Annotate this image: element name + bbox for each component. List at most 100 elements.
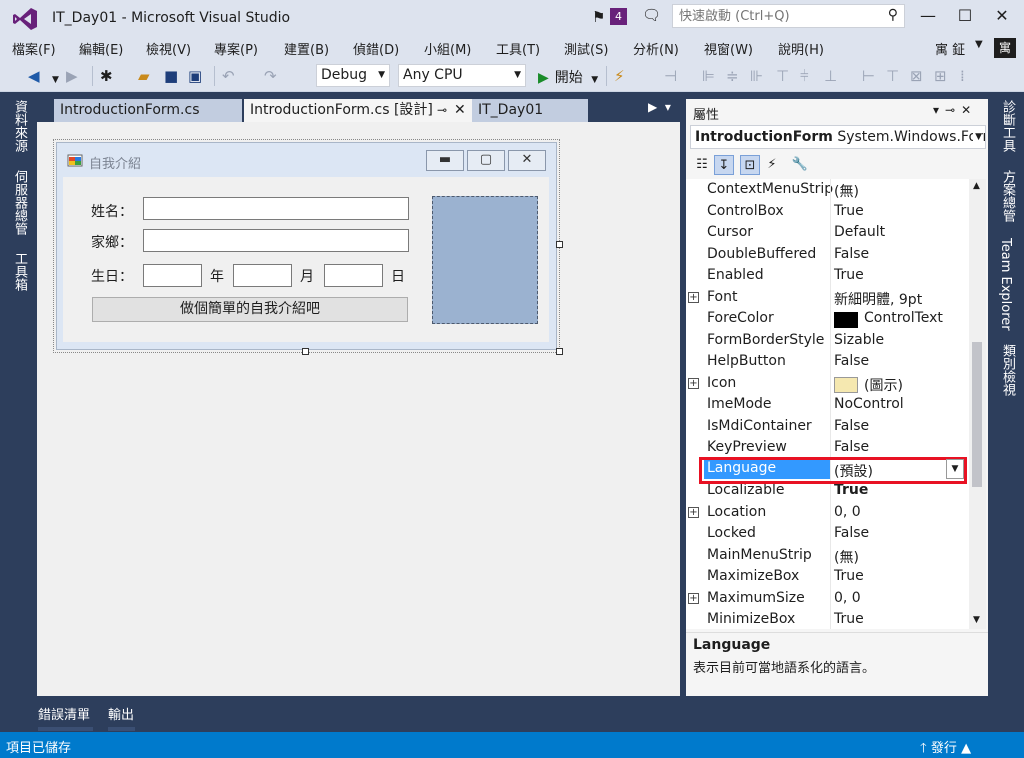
start-button[interactable]: ▶ 開始 ▼ [538,67,598,87]
same-width-icon[interactable]: ⊢ [862,67,875,85]
notifications-button[interactable]: ⚑ 4 [592,7,628,27]
tab-overflow-icon[interactable]: ▶ ▾ [648,100,671,114]
property-value[interactable]: False [834,439,869,455]
tab-introductionform-design[interactable]: IntroductionForm.cs [設計] ⊸ ✕ [244,99,472,122]
property-value[interactable]: 0, 0 [834,504,861,520]
property-value[interactable]: ControlText [834,310,943,328]
toolbox-tab[interactable]: 工具箱 [10,252,29,291]
redo-icon[interactable]: ↷ [264,67,277,85]
property-row[interactable]: FormBorderStyle Sizable [686,329,969,351]
resize-handle[interactable] [556,241,563,248]
same-size-icon[interactable]: ⊠ [910,67,923,85]
menu-project[interactable]: 專案(P) [214,39,258,58]
chevron-down-icon[interactable]: ▼ [975,39,983,50]
properties-icon[interactable]: ⊡ [740,155,760,175]
undo-icon[interactable]: ↶ [222,67,235,85]
property-row[interactable]: MaximizeBox True [686,566,969,588]
error-list-tab[interactable]: 錯誤清單 [38,704,90,723]
property-row[interactable]: Enabled True [686,265,969,287]
browser-link-icon[interactable]: ⚡ [614,67,625,85]
menu-test[interactable]: 測試(S) [564,39,608,58]
hometown-textbox[interactable] [143,229,409,252]
property-row[interactable]: Locked False [686,523,969,545]
chevron-down-icon[interactable]: ▾ [933,103,945,117]
diagnostic-tools-tab[interactable]: 診斷工具 [998,100,1017,152]
property-value[interactable]: False [834,525,869,541]
property-row[interactable]: ControlBox True [686,200,969,222]
pin-icon[interactable]: ⊸ [437,99,447,121]
toolbar-overflow-icon[interactable]: ⁞ [960,67,965,85]
solution-config-select[interactable]: Debug ▼ [316,64,390,87]
property-value[interactable]: 0, 0 [834,590,861,606]
output-tab[interactable]: 輸出 [108,704,134,723]
object-selector[interactable]: IntroductionForm System.Windows.Forms ▼ [690,125,986,149]
resize-handle[interactable] [302,348,309,355]
back-icon[interactable]: ◀ [28,67,40,85]
property-row[interactable]: MainMenuStrip (無) [686,544,969,567]
events-icon[interactable]: ⚡ [762,155,782,175]
birth-year-textbox[interactable] [143,264,202,287]
server-explorer-tab[interactable]: 伺服器總管 [10,170,29,235]
save-icon[interactable]: ■ [164,67,178,85]
property-row[interactable]: HelpButton False [686,351,969,373]
expand-icon[interactable]: + [688,506,699,518]
property-value[interactable]: True [834,611,864,627]
quick-launch[interactable]: ⚲ [672,4,905,28]
align-icon[interactable]: ⊣ [664,67,677,85]
same-height-icon[interactable]: ⊤ [886,67,899,85]
data-sources-tab[interactable]: 資料來源 [10,100,29,152]
property-value[interactable]: True [834,267,864,283]
menu-file[interactable]: 檔案(F) [12,39,56,58]
scrollbar-thumb[interactable] [972,342,982,487]
form-maximize-button[interactable]: ▢ [467,150,505,171]
menu-build[interactable]: 建置(B) [284,39,329,58]
name-textbox[interactable] [143,197,409,220]
property-row[interactable]: KeyPreview False [686,437,969,459]
new-project-icon[interactable]: ✱ [100,67,113,85]
form-minimize-button[interactable]: ▬ [426,150,464,171]
property-value[interactable]: (無) [834,181,859,201]
tab-introductionform-code[interactable]: IntroductionForm.cs [54,99,242,122]
close-icon[interactable]: ✕ [454,99,466,121]
save-all-icon[interactable]: ▣ [188,67,202,85]
property-value[interactable]: False [834,418,869,434]
property-row[interactable]: ContextMenuStrip (無) [686,179,969,201]
feedback-icon[interactable]: 🗨 [642,6,662,26]
expand-icon[interactable]: + [688,377,699,389]
chevron-down-icon[interactable]: ▼ [52,71,59,89]
menu-analyze[interactable]: 分析(N) [633,39,679,58]
birth-month-textbox[interactable] [233,264,292,287]
form-close-button[interactable]: ✕ [508,150,546,171]
property-row[interactable]: + MaximumSize 0, 0 [686,587,969,609]
align-top-icon[interactable]: ⊤ [776,67,789,85]
property-pages-icon[interactable]: 🔧 [790,155,810,175]
tab-it-day01[interactable]: IT_Day01 [472,99,588,122]
property-row[interactable]: DoubleBuffered False [686,243,969,265]
menu-debug[interactable]: 偵錯(D) [353,39,399,58]
align-right-icon[interactable]: ⊪ [750,67,763,85]
resize-handle[interactable] [556,348,563,355]
property-row[interactable]: MinimizeBox True [686,609,969,629]
property-value[interactable]: True [834,482,868,498]
user-avatar[interactable]: 寓 [994,38,1016,58]
property-value[interactable]: True [834,568,864,584]
team-explorer-tab[interactable]: Team Explorer [998,238,1013,331]
property-value[interactable]: (無) [834,547,859,567]
align-middle-icon[interactable]: ⫩ [800,67,809,85]
maximize-button[interactable]: ☐ [947,0,983,32]
property-row[interactable]: + Location 0, 0 [686,501,969,523]
solution-explorer-tab[interactable]: 方案總管 [998,170,1017,222]
alphabetical-icon[interactable]: ↧ [714,155,734,175]
categorized-icon[interactable]: ☷ [692,155,712,175]
property-value[interactable]: False [834,246,869,262]
class-view-tab[interactable]: 類別檢視 [998,344,1017,396]
close-button[interactable]: ✕ [984,0,1020,32]
align-left-icon[interactable]: ⊫ [702,67,715,85]
scroll-up-icon[interactable]: ▲ [973,181,980,191]
property-value[interactable]: NoControl [834,396,904,412]
property-value[interactable]: False [834,353,869,369]
expand-icon[interactable]: + [688,291,699,303]
scroll-down-icon[interactable]: ▼ [973,615,980,625]
pin-icon[interactable]: ⊸ [945,103,961,117]
panel-header-controls[interactable]: ▾⊸✕ [933,103,977,117]
